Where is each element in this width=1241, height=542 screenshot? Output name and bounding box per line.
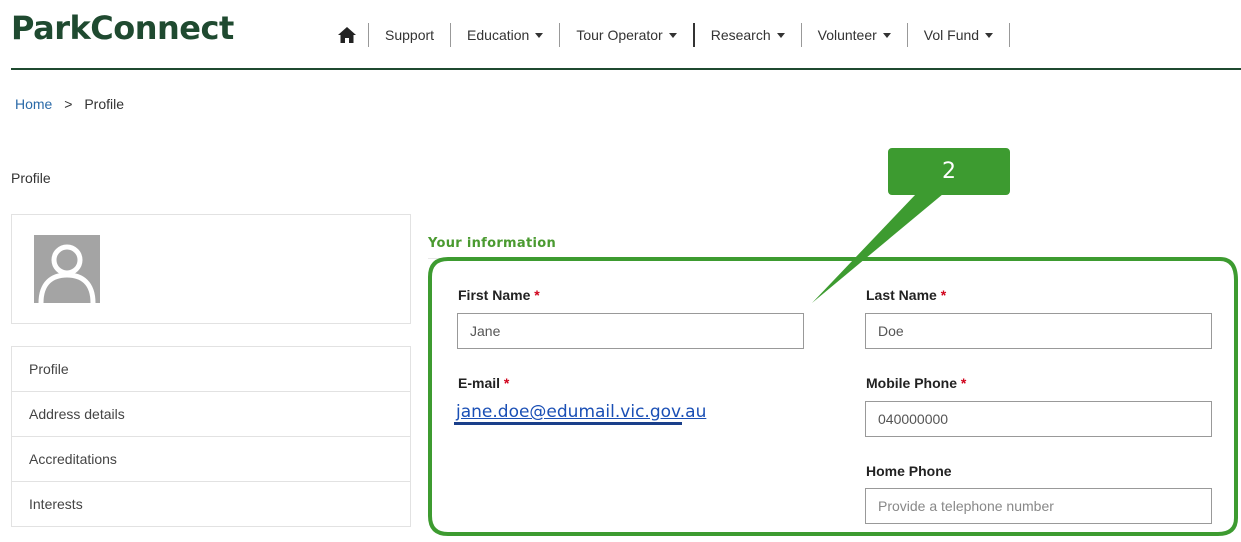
email-link[interactable]: jane.doe@edumail.vic.gov.au — [456, 402, 706, 422]
first-name-label: First Name * — [458, 287, 540, 303]
page-title: Profile — [11, 170, 51, 186]
breadcrumb-separator: > — [64, 96, 73, 112]
nav-item-volunteer[interactable]: Volunteer — [802, 27, 907, 43]
required-marker: * — [534, 287, 540, 303]
nav-item-support[interactable]: Support — [369, 27, 450, 43]
breadcrumb: Home > Profile — [15, 96, 124, 112]
section-divider — [428, 258, 588, 259]
nav-item-vol-fund[interactable]: Vol Fund — [908, 27, 1009, 43]
nav-item-education[interactable]: Education — [451, 27, 559, 43]
caret-down-icon — [985, 32, 994, 38]
caret-down-icon — [535, 32, 544, 38]
mobile-phone-input[interactable] — [865, 401, 1212, 437]
required-marker: * — [960, 375, 967, 391]
header-divider — [11, 68, 1241, 70]
email-label: E-mail * — [458, 375, 510, 391]
caret-down-icon — [882, 32, 891, 38]
caret-down-icon — [776, 32, 785, 38]
last-name-input[interactable] — [865, 313, 1212, 349]
home-icon — [338, 27, 356, 43]
nav-item-tour-operator[interactable]: Tour Operator — [560, 27, 692, 43]
side-menu-address-details[interactable]: Address details — [12, 391, 410, 436]
side-menu-interests[interactable]: Interests — [12, 481, 410, 526]
avatar — [34, 235, 100, 303]
callout-number-badge: 2 — [888, 148, 1010, 195]
mobile-phone-label: Mobile Phone * — [866, 375, 967, 391]
breadcrumb-current: Profile — [84, 96, 125, 112]
avatar-card — [11, 214, 411, 324]
required-marker: * — [503, 375, 510, 391]
home-phone-input[interactable] — [865, 488, 1212, 524]
nav-separator — [1009, 23, 1011, 47]
nav-item-research[interactable]: Research — [695, 27, 801, 43]
side-menu-accreditations[interactable]: Accreditations — [12, 436, 410, 481]
nav-home-link[interactable] — [336, 27, 368, 43]
home-phone-label: Home Phone — [866, 463, 952, 479]
breadcrumb-home-link[interactable]: Home — [15, 96, 52, 112]
caret-down-icon — [668, 32, 677, 38]
last-name-label: Last Name * — [866, 287, 947, 303]
main-nav: Support Education Tour Operator Research… — [336, 22, 1011, 48]
profile-side-menu: Profile Address details Accreditations I… — [11, 346, 411, 527]
section-title: Your information — [428, 236, 557, 251]
email-underline — [454, 422, 682, 425]
side-menu-profile[interactable]: Profile — [12, 347, 410, 391]
site-logo[interactable]: ParkConnect — [11, 9, 234, 47]
first-name-input[interactable] — [457, 313, 804, 349]
user-placeholder-icon — [38, 244, 96, 303]
required-marker: * — [940, 287, 947, 303]
